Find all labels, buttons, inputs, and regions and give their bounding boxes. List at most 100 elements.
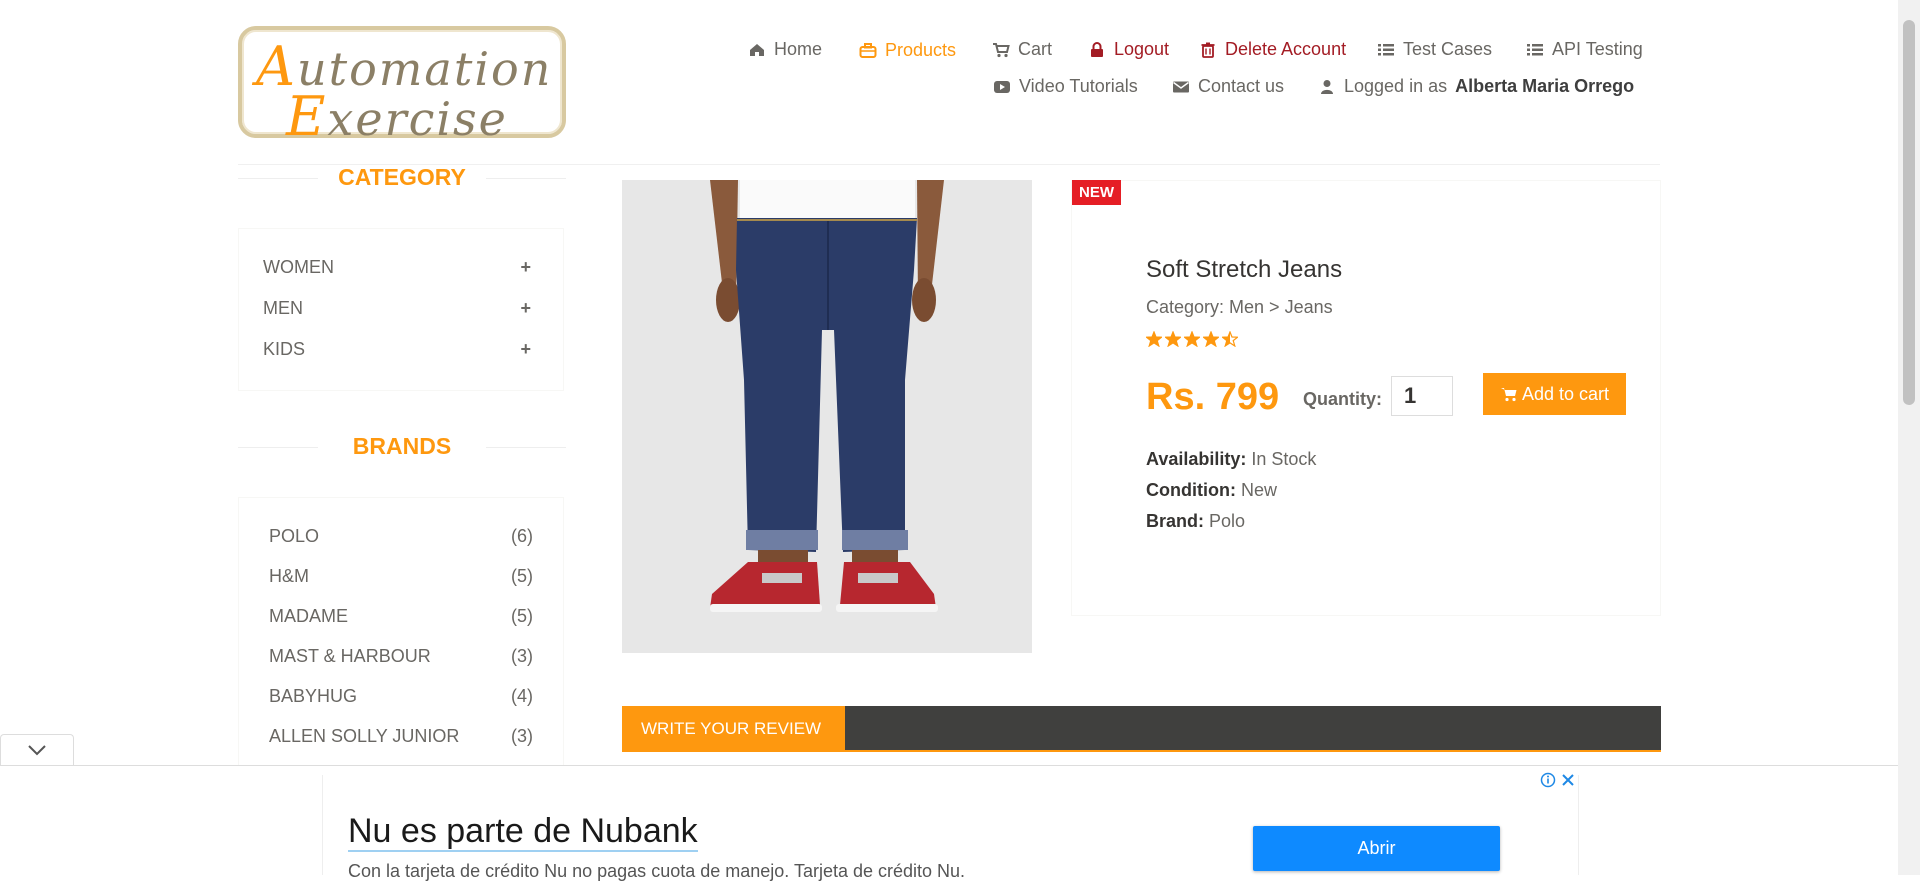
logo-text: xercise [327,92,508,146]
category-panel: WOMEN + MEN + KIDS + [238,228,564,391]
category-label: KIDS [263,339,306,359]
nav-products-label: Products [885,40,957,60]
product-name: Soft Stretch Jeans [1146,256,1343,283]
ad-headline[interactable]: Nu es parte de Nubank [348,812,698,852]
ad-collapse-toggle[interactable] [0,734,74,765]
quantity-label: Quantity: [1303,389,1382,409]
logged-in-status: Logged in as Alberta Maria Orrego [1318,76,1634,97]
nav-cart[interactable]: Cart [992,39,1052,60]
category-label: WOMEN [263,257,334,277]
brand-item-babyhug[interactable]: BABYHUG (4) [269,686,533,707]
brand-count: (3) [511,646,533,666]
chevron-down-icon [28,745,46,756]
product-price: Rs. 799 [1146,376,1280,418]
briefcase-icon [859,42,877,58]
category-item-men[interactable]: MEN + [263,298,531,319]
category-item-women[interactable]: WOMEN + [263,257,531,278]
cart-icon [993,42,1010,57]
plus-icon[interactable]: + [520,257,531,278]
nav-home[interactable]: Home [748,39,822,60]
nav-delete-account-label: Delete Account [1225,39,1347,59]
nav-home-label: Home [774,39,823,59]
nav-video-tutorials[interactable]: Video Tutorials [993,76,1138,97]
brand-row: Brand: Polo [1146,511,1245,532]
brands-panel: POLO (6) H&M (5) MADAME (5) MAST & HARBOUR (… [238,497,564,777]
brand-count: (5) [511,566,533,586]
logo-text: utomation [297,42,553,96]
star-half-icon [1222,331,1238,347]
brand-count: (6) [511,526,533,546]
category-label: MEN [263,298,303,318]
nav-delete-account[interactable]: Delete Account [1199,39,1346,60]
youtube-icon [994,80,1010,93]
nav-contact-us[interactable]: Contact us [1172,76,1284,97]
jeans-illustration [622,180,1032,653]
logged-in-username: Alberta Maria Orrego [1455,76,1635,96]
category-item-kids[interactable]: KIDS + [263,339,531,360]
ad-controls [1540,772,1576,788]
nav-logout-label: Logout [1114,39,1170,59]
nav-video-tutorials-label: Video Tutorials [1019,76,1138,96]
brand-name: POLO [269,526,320,546]
brand-label: Brand: [1146,511,1204,531]
list-icon [1527,43,1543,55]
star-icon [1165,331,1181,347]
cart-icon [1500,388,1517,402]
list-icon [1378,43,1394,55]
logo-letter: E [286,85,328,148]
rating-stars [1146,331,1238,347]
brand-item-allen-solly-junior[interactable]: ALLEN SOLLY JUNIOR (3) [269,726,533,747]
brand-name: H&M [269,566,309,586]
add-to-cart-button[interactable]: Add to cart [1483,373,1626,415]
star-icon [1146,331,1162,347]
trash-icon [1201,42,1215,58]
lock-icon [1091,41,1103,57]
brand-item-mast-harbour[interactable]: MAST & HARBOUR (3) [269,646,533,667]
plus-icon[interactable]: + [520,339,531,360]
condition-row: Condition: New [1146,480,1277,501]
ad-open-button[interactable]: Abrir [1253,826,1500,871]
home-icon [750,43,764,56]
review-tabs-bar: WRITE YOUR REVIEW [622,706,1661,752]
nav-contact-us-label: Contact us [1198,76,1285,96]
condition-value: New [1240,480,1277,500]
nav-test-cases[interactable]: Test Cases [1377,39,1492,60]
brand-count: (5) [511,606,533,626]
brand-name: MAST & HARBOUR [269,646,431,666]
availability-value: In Stock [1251,449,1317,469]
info-icon[interactable] [1540,772,1556,788]
plus-icon[interactable]: + [520,298,531,319]
condition-label: Condition: [1146,480,1236,500]
brand-item-hm[interactable]: H&M (5) [269,566,533,587]
brand-value: Polo [1209,511,1246,531]
envelope-icon [1173,81,1189,92]
nav-api-testing[interactable]: API Testing [1526,39,1643,60]
availability-row: Availability: In Stock [1146,449,1316,470]
availability-label: Availability: [1146,449,1247,469]
brand-count: (3) [511,726,533,746]
brand-item-madame[interactable]: MADAME (5) [269,606,533,627]
nav-logout[interactable]: Logout [1088,39,1169,60]
nav-cart-label: Cart [1018,39,1053,59]
logged-in-label: Logged in as [1344,76,1448,96]
tab-write-review[interactable]: WRITE YOUR REVIEW [622,706,845,752]
nav-test-cases-label: Test Cases [1403,39,1493,59]
star-icon [1203,331,1219,347]
nav-api-testing-label: API Testing [1552,39,1643,59]
product-image [622,180,1032,653]
scrollbar-thumb[interactable] [1903,20,1915,405]
category-title: CATEGORY [238,164,566,191]
user-icon [1321,79,1333,94]
nav-products[interactable]: Products [859,40,956,61]
close-icon[interactable] [1560,772,1576,788]
add-to-cart-label: Add to cart [1521,383,1610,404]
star-icon [1184,331,1200,347]
product-category: Category: Men > Jeans [1146,297,1333,317]
brand-item-polo[interactable]: POLO (6) [269,526,533,547]
quantity-input[interactable] [1391,376,1453,416]
site-logo[interactable]: Automation Exercise [238,26,566,144]
brands-title: BRANDS [238,433,566,460]
ad-body-text: Con la tarjeta de crédito Nu no pagas cu… [348,861,966,881]
brand-name: MADAME [269,606,349,626]
brand-count: (4) [511,686,533,706]
